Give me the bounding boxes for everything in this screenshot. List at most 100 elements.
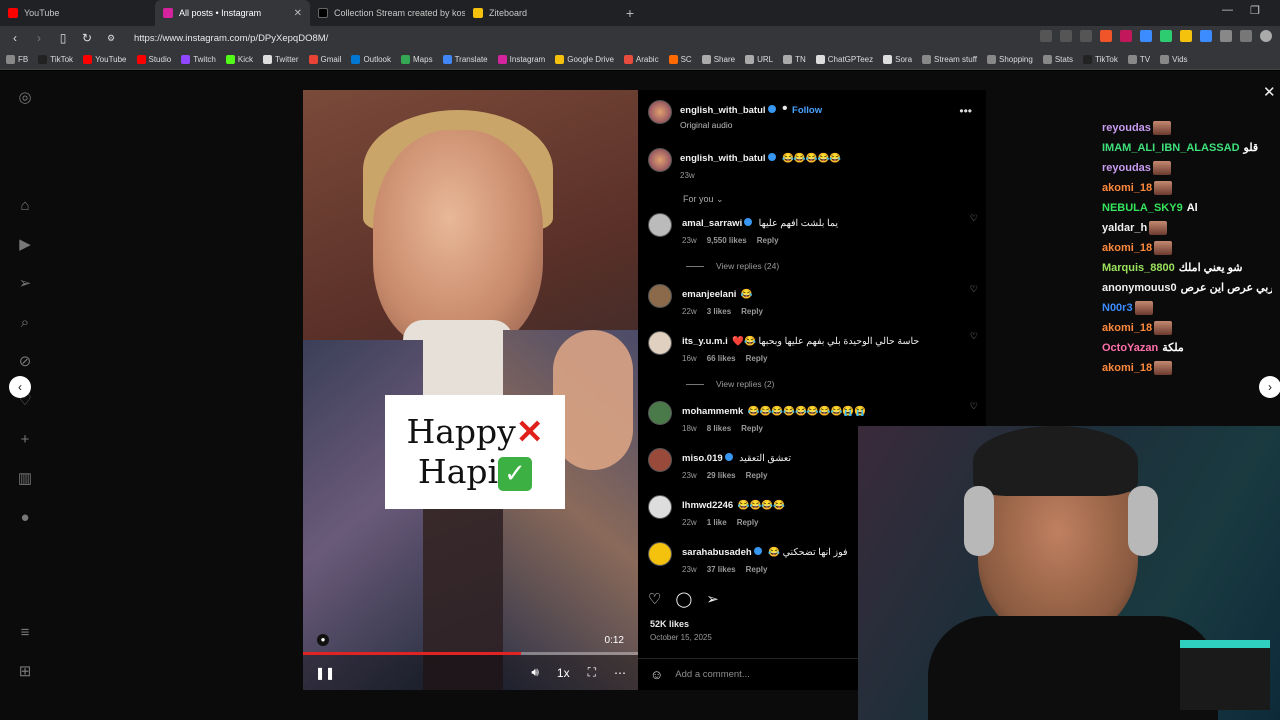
comment-like-icon[interactable]: ♡ — [970, 213, 978, 245]
comment-icon[interactable]: ◯ — [675, 590, 692, 608]
reels-icon[interactable]: ▶ — [16, 236, 34, 254]
bookmark-item[interactable]: ChatGPTeez — [815, 55, 873, 64]
messages-icon[interactable]: ➢ — [16, 275, 34, 293]
bookmark-item[interactable]: SC — [668, 55, 692, 64]
bookmark-item[interactable]: Stats — [1042, 55, 1073, 64]
media-icon[interactable] — [1240, 30, 1252, 42]
site-info-icon[interactable]: ⚙ — [104, 33, 118, 44]
comment-likes[interactable]: 1 like — [707, 518, 727, 527]
comment-like-icon[interactable]: ♡ — [970, 331, 978, 363]
commenter-avatar[interactable] — [648, 542, 672, 566]
reply-button[interactable]: Reply — [746, 471, 768, 480]
minimize-icon[interactable]: — — [1222, 4, 1233, 16]
tab-youtube[interactable]: YouTube — [0, 0, 155, 26]
home-icon[interactable]: ⌂ — [16, 197, 34, 215]
bookmark-item[interactable]: FB — [6, 55, 28, 64]
reply-button[interactable]: Reply — [741, 424, 763, 433]
caption-username[interactable]: english_with_batul — [680, 153, 766, 164]
profile-avatar[interactable] — [1260, 30, 1272, 42]
commenter-avatar[interactable] — [648, 213, 672, 237]
playback-speed[interactable]: 1x — [557, 666, 570, 680]
commenter-username[interactable]: emanjeelani — [682, 289, 736, 300]
reply-button[interactable]: Reply — [746, 354, 768, 363]
bookmark-item[interactable]: Studio — [136, 55, 171, 64]
comment-likes[interactable]: 66 likes — [707, 354, 736, 363]
explore-icon[interactable]: ⊘ — [16, 353, 34, 371]
search-icon[interactable]: ⌕ — [16, 314, 34, 332]
tab-instagram[interactable]: All posts • Instagram ✕ — [155, 0, 310, 26]
share-icon[interactable] — [1080, 30, 1092, 42]
bookmark-item[interactable]: URL — [745, 55, 773, 64]
restore-icon[interactable]: ❐ — [1250, 4, 1260, 17]
bookmark-item[interactable]: Instagram — [497, 55, 545, 64]
comment-likes[interactable]: 3 likes — [707, 307, 731, 316]
bookmark-item[interactable]: TV — [1127, 55, 1150, 64]
bookmark-item[interactable]: TikTok — [38, 55, 73, 64]
bookmark-item[interactable]: Sora — [883, 55, 912, 64]
reply-button[interactable]: Reply — [741, 307, 763, 316]
author-avatar[interactable] — [648, 148, 672, 172]
like-icon[interactable]: ♡ — [648, 590, 661, 608]
bookmark-item[interactable]: Arabic — [623, 55, 659, 64]
comment-sort-dropdown[interactable]: For you ⌄ — [683, 194, 724, 205]
commenter-avatar[interactable] — [648, 495, 672, 519]
commenter-username[interactable]: amal_sarrawi — [682, 218, 742, 229]
author-avatar[interactable] — [648, 100, 672, 124]
tab-ziteboard[interactable]: Ziteboard — [465, 0, 620, 26]
dashboard-icon[interactable]: ▥ — [16, 470, 34, 488]
extension-icon[interactable] — [1200, 30, 1212, 42]
comment-input[interactable]: Add a comment... — [675, 669, 749, 680]
bookmark-item[interactable]: Twitch — [181, 55, 216, 64]
bookmark-item[interactable]: Shopping — [987, 55, 1033, 64]
bookmark-item[interactable]: Twitter — [262, 55, 299, 64]
comment-likes[interactable]: 9,550 likes — [707, 236, 747, 245]
brave-shield-icon[interactable] — [1100, 30, 1112, 42]
tab-collection-stream[interactable]: Collection Stream created by kosay.k — [310, 0, 465, 26]
more-options-icon[interactable]: ⋯ — [614, 666, 626, 680]
bookmark-item[interactable]: YouTube — [83, 55, 127, 64]
reply-button[interactable]: Reply — [757, 236, 779, 245]
commenter-avatar[interactable] — [648, 331, 672, 355]
menu-icon[interactable]: ≡ — [16, 624, 34, 642]
bookmark-item[interactable]: Maps — [401, 55, 433, 64]
extension-icon[interactable] — [1220, 30, 1232, 42]
tagged-user-icon[interactable]: ● — [317, 634, 329, 646]
bookmark-item[interactable]: Outlook — [351, 55, 391, 64]
bookmark-item[interactable]: Kick — [225, 55, 253, 64]
bookmark-item[interactable]: Google Drive — [555, 55, 614, 64]
commenter-username[interactable]: sarahabusadeh — [682, 547, 752, 558]
bookmark-item[interactable]: Stream stuff — [922, 55, 977, 64]
author-username[interactable]: english_with_batul — [680, 105, 766, 116]
commenter-username[interactable]: mohammemk — [682, 406, 743, 417]
new-tab-button[interactable]: + — [620, 5, 640, 21]
reply-button[interactable]: Reply — [746, 565, 768, 574]
previous-post-arrow-icon[interactable]: ‹ — [9, 376, 31, 398]
forward-icon[interactable]: › — [32, 31, 46, 45]
extension-icon[interactable] — [1140, 30, 1152, 42]
post-options-icon[interactable]: ••• — [959, 104, 972, 118]
instagram-logo-icon[interactable]: ◎ — [16, 89, 34, 107]
bookmark-item[interactable]: Translate — [442, 55, 488, 64]
url-field[interactable]: https://www.instagram.com/p/DPyXepqDO8M/ — [134, 33, 328, 44]
bookmark-item[interactable]: TN — [783, 55, 806, 64]
bookmark-item[interactable]: Gmail — [308, 55, 341, 64]
pause-icon[interactable]: ❚❚ — [315, 666, 335, 680]
reel-video[interactable]: Happy✕ Hapi ✓ ● 0:12 ❚❚ 🔊︎ 1x ⛶ ⋯ — [303, 90, 638, 690]
reply-button[interactable]: Reply — [737, 518, 759, 527]
share-icon[interactable]: ➢ — [706, 590, 719, 608]
bookmark-item[interactable]: Vids — [1160, 55, 1188, 64]
zoom-icon[interactable] — [1060, 30, 1072, 42]
bookmark-item[interactable]: TikTok — [1083, 55, 1118, 64]
view-replies-link[interactable]: View replies (2) — [686, 379, 774, 389]
commenter-avatar[interactable] — [648, 284, 672, 308]
reload-icon[interactable]: ↻ — [80, 31, 94, 45]
bookmark-icon[interactable]: ▯ — [56, 31, 70, 45]
commenter-avatar[interactable] — [648, 401, 672, 425]
close-tab-icon[interactable]: ✕ — [294, 8, 302, 19]
emoji-icon[interactable]: ☺ — [650, 667, 663, 682]
close-post-icon[interactable]: ✕ — [1263, 83, 1276, 101]
comment-likes[interactable]: 8 likes — [707, 424, 731, 433]
back-icon[interactable]: ‹ — [8, 31, 22, 45]
commenter-username[interactable]: lhmwd2246 — [682, 500, 733, 511]
brave-rewards-icon[interactable] — [1120, 30, 1132, 42]
